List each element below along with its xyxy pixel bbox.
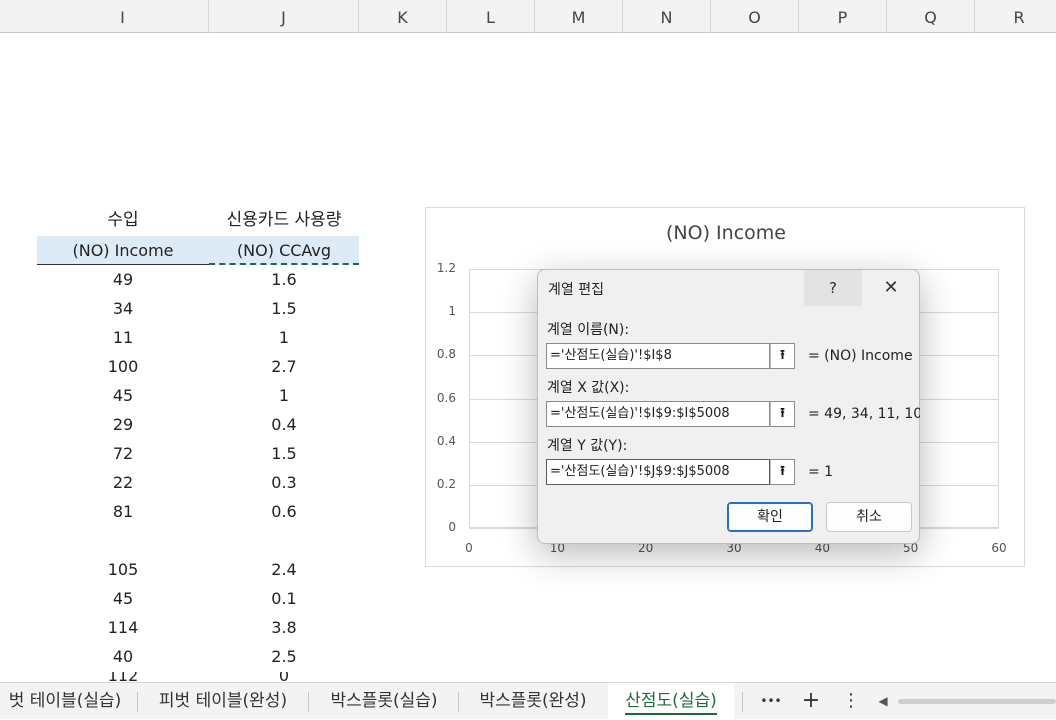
series-name-label: 계열 이름(N): — [547, 322, 630, 338]
series-x-result: = 49, 34, 11, 10... — [808, 406, 920, 422]
tab-separator — [742, 692, 743, 712]
column-header-m[interactable]: M — [535, 0, 623, 33]
y-tick-label: 0 — [448, 520, 456, 534]
close-button[interactable]: ✕ — [862, 270, 920, 306]
cell-income[interactable]: 11 — [37, 323, 209, 352]
series-y-result: = 1 — [808, 464, 834, 480]
header-income-ko[interactable]: 수입 — [37, 206, 209, 235]
cell-income[interactable]: 81 — [37, 497, 209, 526]
y-tick-label: 1 — [448, 304, 456, 319]
sheet-tab-label: 산점도(실습) — [625, 691, 717, 715]
sheet-tab-boxplot-complete[interactable]: 박스플롯(완성) — [466, 683, 600, 720]
add-sheet-button[interactable]: + — [796, 683, 826, 720]
sheet-tab-label: 박스플롯(실습) — [330, 691, 438, 711]
header-ccavg-ko[interactable]: 신용카드 사용량 — [209, 206, 359, 235]
edit-series-dialog: 계열 편집 ? ✕ 계열 이름(N): ='산점도(실습)'!$I$8 ⭱ = … — [537, 269, 920, 544]
cell-ccavg[interactable] — [209, 526, 359, 555]
y-tick-label: 0.4 — [436, 433, 456, 448]
cell-ccavg[interactable]: 1 — [209, 381, 359, 410]
series-y-collapse-button[interactable]: ⭱ — [770, 459, 795, 485]
series-name-collapse-button[interactable]: ⭱ — [770, 343, 795, 369]
cell-income[interactable] — [37, 526, 209, 555]
cell-ccavg[interactable]: 2.4 — [209, 555, 359, 584]
cell-ccavg[interactable]: 1.6 — [209, 265, 359, 294]
tab-separator — [308, 692, 309, 712]
series-name-result: = (NO) Income — [808, 348, 913, 364]
tab-separator — [458, 692, 459, 712]
series-y-label: 계열 Y 값(Y): — [547, 438, 628, 454]
sheet-tab-label: 벗 테이블(실습) — [8, 691, 122, 711]
collapse-dialog-icon: ⭱ — [780, 464, 785, 479]
y-tick-label: 1.2 — [436, 261, 456, 275]
cell-ccavg[interactable]: 1 — [209, 323, 359, 352]
y-tick-label: 0.2 — [436, 476, 456, 491]
cell-income[interactable]: 22 — [37, 468, 209, 497]
partial-cell-ccavg[interactable]: 0 — [209, 672, 359, 682]
cell-ccavg[interactable]: 3.8 — [209, 613, 359, 642]
column-header-i[interactable]: I — [37, 0, 209, 33]
sheet-tab-pivot-complete[interactable]: 피벗 테이블(완성) — [146, 683, 300, 720]
sheet-tab-scatter-practice[interactable]: 산점도(실습) — [608, 683, 734, 720]
cell-ccavg[interactable]: 0.4 — [209, 410, 359, 439]
cell-income[interactable]: 49 — [37, 265, 209, 294]
sheet-options-button[interactable]: ⋮ — [838, 683, 864, 720]
header-income-en[interactable]: (NO) Income — [37, 236, 209, 265]
sheet-tab-bar: 벗 테이블(실습) 피벗 테이블(완성) 박스플롯(실습) 박스플롯(완성) 산… — [0, 682, 1056, 720]
column-header-bar: I J K L M N O P Q R — [0, 0, 1056, 33]
x-tick-label: 60 — [991, 541, 1007, 555]
series-x-collapse-button[interactable]: ⭱ — [770, 401, 795, 427]
cell-income[interactable]: 105 — [37, 555, 209, 584]
more-sheets-button[interactable]: ••• — [756, 683, 786, 720]
collapse-dialog-icon: ⭱ — [780, 348, 785, 363]
horizontal-scrollbar[interactable] — [898, 699, 1056, 704]
cell-income[interactable]: 40 — [37, 642, 209, 671]
cell-ccavg[interactable]: 0.6 — [209, 497, 359, 526]
cell-income[interactable]: 100 — [37, 352, 209, 381]
cell-income[interactable]: 72 — [37, 439, 209, 468]
scroll-left-icon[interactable]: ◀ — [870, 683, 896, 720]
series-name-input[interactable]: ='산점도(실습)'!$I$8 — [546, 343, 770, 369]
sheet-tab-pivot-practice[interactable]: 벗 테이블(실습) — [0, 683, 130, 720]
cell-income[interactable]: 34 — [37, 294, 209, 323]
column-header-o[interactable]: O — [711, 0, 799, 33]
sheet-tab-label: 피벗 테이블(완성) — [158, 691, 288, 711]
cell-ccavg[interactable]: 1.5 — [209, 439, 359, 468]
cell-income[interactable]: 114 — [37, 613, 209, 642]
cell-ccavg[interactable]: 1.5 — [209, 294, 359, 323]
partial-cell-income[interactable]: 112 — [37, 672, 209, 682]
collapse-dialog-icon: ⭱ — [780, 406, 785, 421]
cell-income[interactable]: 45 — [37, 584, 209, 613]
x-tick-label: 0 — [465, 541, 473, 555]
column-header-l[interactable]: L — [447, 0, 535, 33]
series-y-input[interactable]: ='산점도(실습)'!$J$9:$J$5008 — [546, 459, 770, 485]
column-header-n[interactable]: N — [623, 0, 711, 33]
header-ccavg-en[interactable]: (NO) CCAvg — [209, 236, 359, 265]
cell-ccavg[interactable]: 2.7 — [209, 352, 359, 381]
sheet-tab-boxplot-practice[interactable]: 박스플롯(실습) — [316, 683, 452, 720]
column-header-p[interactable]: P — [799, 0, 887, 33]
cancel-button[interactable]: 취소 — [826, 502, 912, 532]
cell-ccavg[interactable]: 0.3 — [209, 468, 359, 497]
cell-ccavg[interactable]: 2.5 — [209, 642, 359, 671]
help-button[interactable]: ? — [804, 270, 862, 306]
column-header-q[interactable]: Q — [887, 0, 975, 33]
cell-ccavg[interactable]: 0.1 — [209, 584, 359, 613]
y-tick-label: 0.8 — [436, 347, 456, 362]
sheet-tab-label: 박스플롯(완성) — [479, 691, 587, 711]
column-header-k[interactable]: K — [359, 0, 447, 33]
column-header-r[interactable]: R — [975, 0, 1056, 33]
tab-separator — [137, 692, 138, 712]
series-x-input[interactable]: ='산점도(실습)'!$I$9:$I$5008 — [546, 401, 770, 427]
ok-button[interactable]: 확인 — [727, 502, 813, 532]
cell-income[interactable]: 45 — [37, 381, 209, 410]
series-x-label: 계열 X 값(X): — [547, 380, 630, 396]
cell-income[interactable]: 29 — [37, 410, 209, 439]
column-header-j[interactable]: J — [209, 0, 359, 33]
dialog-title: 계열 편집 — [548, 282, 604, 298]
y-tick-label: 0.6 — [436, 390, 456, 405]
